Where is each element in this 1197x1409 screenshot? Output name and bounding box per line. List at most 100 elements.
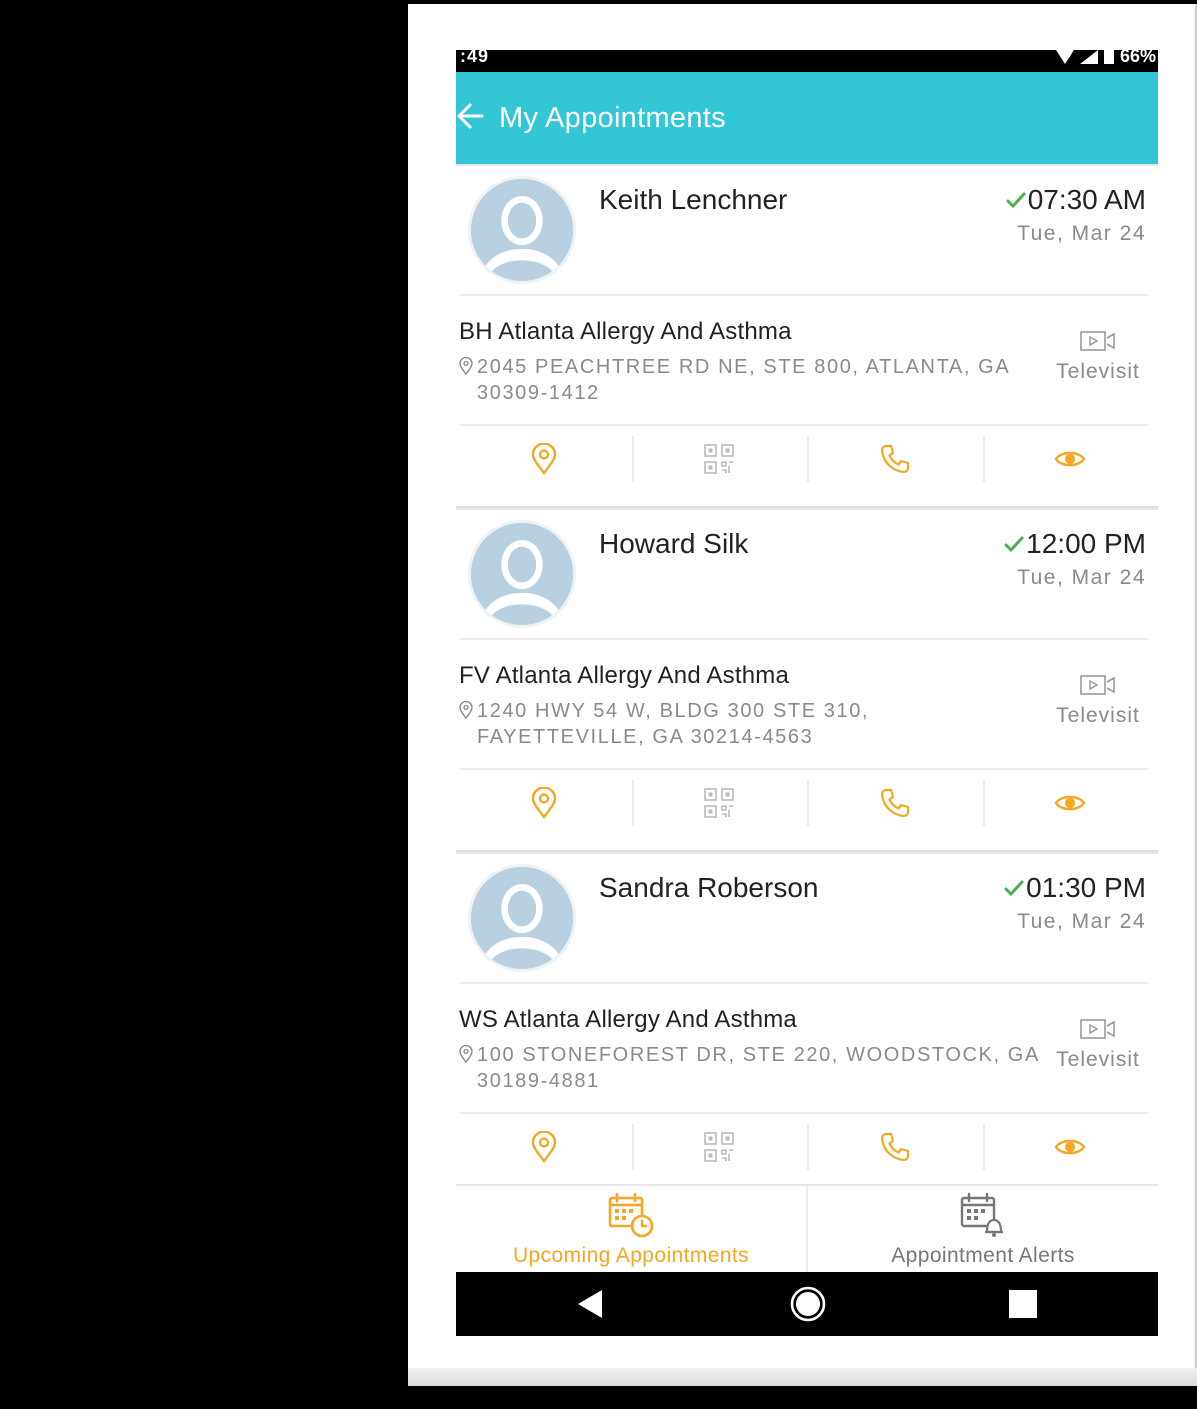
clinic-address: 2045 PEACHTREE RD NE, STE 800, ATLANTA, … <box>459 354 1039 406</box>
signal-icon <box>1079 50 1098 64</box>
clinic-address-text: 1240 HWY 54 W, BLDG 300 STE 310, FAYETTE… <box>477 700 870 748</box>
location-pin-icon <box>459 1045 473 1063</box>
appointment-time-text: 07:30 AM <box>1027 184 1146 215</box>
clinic-name: FV Atlanta Allergy And Asthma <box>459 662 789 689</box>
phone-icon <box>880 444 909 474</box>
patient-name: Keith Lenchner <box>599 184 788 215</box>
appointment-time: 12:00 PM <box>1004 528 1146 560</box>
bottom-navigation: Upcoming Appointments Appointment Alerts <box>456 1184 1158 1272</box>
avatar <box>468 520 576 628</box>
call-button[interactable] <box>807 428 983 490</box>
user-avatar-icon <box>471 179 573 281</box>
card-separator <box>456 490 1158 508</box>
tab-appointment-alerts[interactable]: Appointment Alerts <box>806 1186 1158 1272</box>
qr-code-button[interactable] <box>631 1116 808 1178</box>
check-icon <box>1004 536 1024 553</box>
patient-name: Sandra Roberson <box>599 872 819 903</box>
avatar <box>468 176 576 284</box>
clinic-name: WS Atlanta Allergy And Asthma <box>459 1006 797 1033</box>
divider <box>460 768 1148 770</box>
battery-percent: 66% <box>1119 50 1156 66</box>
appointment-card[interactable]: Keith Lenchner 07:30 AM Tue, Mar 24 BH A… <box>456 164 1158 508</box>
directions-button[interactable] <box>456 772 632 834</box>
status-icons: 66% <box>1056 50 1156 67</box>
location-pin-icon <box>459 701 473 719</box>
map-pin-icon <box>531 443 556 475</box>
appointment-time-text: 01:30 PM <box>1026 872 1146 903</box>
divider <box>460 982 1148 984</box>
appointment-card[interactable]: Sandra Roberson 01:30 PM Tue, Mar 24 WS … <box>456 852 1158 1196</box>
phone-icon <box>880 788 909 818</box>
appointment-date: Tue, Mar 24 <box>1017 910 1146 933</box>
clinic-address: 100 STONEFOREST DR, STE 220, WOODSTOCK, … <box>459 1042 1039 1094</box>
eye-icon <box>1054 1139 1086 1155</box>
appointment-actions <box>456 428 1158 490</box>
check-icon <box>1006 192 1026 209</box>
location-pin-icon <box>459 357 473 375</box>
eye-icon <box>1054 795 1086 811</box>
tab-label: Upcoming Appointments <box>512 1244 750 1267</box>
system-navigation-bar <box>456 1272 1158 1336</box>
appointment-time: 07:30 AM <box>1006 184 1146 216</box>
appointment-actions <box>456 1116 1158 1178</box>
status-time: :49 <box>460 50 490 66</box>
video-camera-icon <box>1080 331 1115 351</box>
appointment-card[interactable]: Howard Silk 12:00 PM Tue, Mar 24 FV Atla… <box>456 508 1158 852</box>
patient-name: Howard Silk <box>599 528 749 559</box>
appointment-date: Tue, Mar 24 <box>1017 222 1146 245</box>
clinic-address: 1240 HWY 54 W, BLDG 300 STE 310, FAYETTE… <box>459 698 1039 750</box>
divider <box>460 638 1148 640</box>
user-avatar-icon <box>471 523 573 625</box>
televisit-badge[interactable]: Televisit <box>1052 674 1144 728</box>
clinic-address-text: 100 STONEFOREST DR, STE 220, WOODSTOCK, … <box>477 1044 1039 1092</box>
divider <box>460 294 1148 296</box>
map-pin-icon <box>531 787 556 819</box>
qr-code-button[interactable] <box>631 428 808 490</box>
map-pin-icon <box>531 1131 556 1163</box>
tab-label: Appointment Alerts <box>891 1244 1075 1267</box>
view-details-button[interactable] <box>982 1116 1159 1178</box>
appointment-actions <box>456 772 1158 834</box>
qr-code-button[interactable] <box>631 772 808 834</box>
phone-icon <box>880 1132 909 1162</box>
qr-code-icon <box>704 788 735 818</box>
eye-icon <box>1054 451 1086 467</box>
visit-type: Televisit <box>1056 360 1140 383</box>
appointment-time: 01:30 PM <box>1004 872 1146 904</box>
calendar-clock-icon <box>608 1192 654 1238</box>
divider <box>460 424 1148 426</box>
directions-button[interactable] <box>456 428 632 490</box>
appointment-list: Keith Lenchner 07:30 AM Tue, Mar 24 BH A… <box>456 164 1158 1196</box>
frame-shadow <box>408 1368 1197 1386</box>
view-details-button[interactable] <box>982 772 1159 834</box>
visit-type: Televisit <box>1056 704 1140 727</box>
arrow-left-icon[interactable] <box>456 100 484 132</box>
tab-upcoming-appointments[interactable]: Upcoming Appointments <box>456 1186 806 1272</box>
check-icon <box>1004 880 1024 897</box>
video-camera-icon <box>1080 675 1115 695</box>
avatar <box>468 864 576 972</box>
app-bar: My Appointments <box>456 72 1158 164</box>
user-avatar-icon <box>471 867 573 969</box>
clinic-name: BH Atlanta Allergy And Asthma <box>459 318 792 345</box>
divider <box>460 1112 1148 1114</box>
call-button[interactable] <box>807 1116 983 1178</box>
view-details-button[interactable] <box>982 428 1159 490</box>
system-home-icon[interactable] <box>790 1286 826 1322</box>
card-separator <box>456 834 1158 852</box>
battery-icon <box>1103 50 1114 64</box>
call-button[interactable] <box>807 772 983 834</box>
system-recents-icon[interactable] <box>1009 1290 1037 1318</box>
phone-screen: :49 66% My Appointments Keith Lenchner 0… <box>456 50 1158 1336</box>
visit-type: Televisit <box>1056 1048 1140 1071</box>
clinic-address-text: 2045 PEACHTREE RD NE, STE 800, ATLANTA, … <box>477 356 1010 404</box>
qr-code-icon <box>704 1132 735 1162</box>
televisit-badge[interactable]: Televisit <box>1052 330 1144 384</box>
directions-button[interactable] <box>456 1116 632 1178</box>
televisit-badge[interactable]: Televisit <box>1052 1018 1144 1072</box>
qr-code-icon <box>704 444 735 474</box>
appointment-date: Tue, Mar 24 <box>1017 566 1146 589</box>
status-bar: :49 66% <box>456 50 1158 72</box>
system-back-icon[interactable] <box>576 1288 604 1320</box>
wifi-icon <box>1056 50 1074 64</box>
